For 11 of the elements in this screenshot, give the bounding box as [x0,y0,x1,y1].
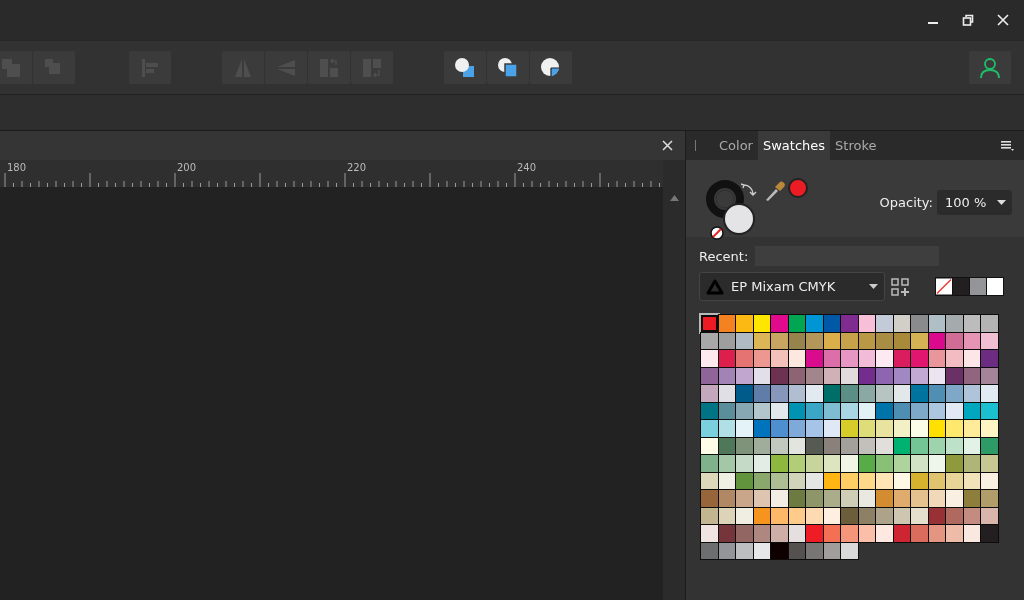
opacity-label: Opacity: [879,195,933,210]
ruler-label: 240 [517,162,537,173]
recent-label: Recent: [699,248,749,264]
panel-tab[interactable]: Swatches [757,131,831,160]
ruler-label: 220 [347,162,367,173]
ruler-label: 180 [7,162,27,173]
panel-tab[interactable]: Color [714,131,758,160]
opacity-dropdown[interactable]: 100 % [937,190,1012,215]
palette-dropdown[interactable]: EP Mixam CMYK [699,272,885,301]
panel-tab[interactable]: Stroke [830,131,882,160]
ruler-label: 200 [177,162,197,173]
